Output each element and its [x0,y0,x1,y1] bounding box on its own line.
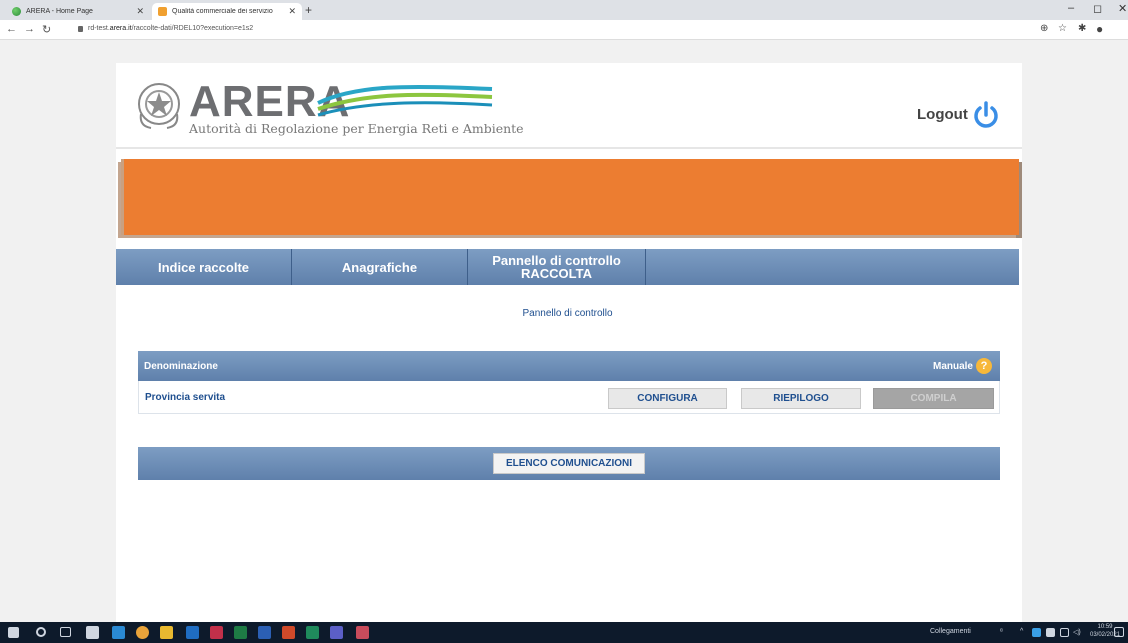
display-icon[interactable] [1060,628,1069,637]
extensions-icon[interactable]: ✱ [1078,23,1086,34]
riepilogo-button[interactable]: RIEPILOGO [741,388,861,409]
minimize-icon[interactable]: – [1068,2,1074,14]
excel-icon[interactable] [234,626,247,639]
close-window-icon[interactable]: ✕ [1118,2,1127,15]
manual-label: Manuale [932,360,973,372]
tab-label: Qualità commerciale dei servizio [172,8,273,15]
tab-label: ARERA - Home Page [26,8,93,15]
address-bar: ← → ↻ rd-test. arera.it/raccolte-dati/RDE… [0,20,1128,40]
table-row: Provincia servita CONFIGURA RIEPILOGO CO… [138,381,1000,414]
page-container: ARERA Autorità di Regolazione per Energi… [116,63,1022,622]
file-explorer-icon[interactable] [160,626,173,639]
site-header: ARERA Autorità di Regolazione per Energi… [116,63,1022,149]
back-icon[interactable]: ← [6,23,17,35]
logo-waves-icon [317,84,493,117]
start-icon[interactable] [8,627,19,638]
compila-button[interactable]: COMPILA [873,388,994,409]
control-panel-table: Denominazione Manuale ? Provincia servit… [138,351,1000,414]
browser-tab-active[interactable]: Qualità commerciale dei servizio ✕ [152,3,302,20]
url-prefix: rd-test. [88,25,110,32]
browser-tab-strip: ARERA - Home Page ✕ Qualità commerciale … [0,0,1128,20]
teams-icon[interactable] [330,626,343,639]
main-menu: Indice raccolte Anagrafiche Pannello di … [116,249,1019,285]
word-icon[interactable] [258,626,271,639]
new-tab-button[interactable]: + [305,3,312,17]
row-name: Provincia servita [145,391,226,403]
access-icon[interactable] [210,626,223,639]
tray-chevron-icon[interactable]: ^ [1020,628,1023,635]
logo-subtitle: Autorità di Regolazione per Energia Reti… [189,121,524,136]
browser-tab-home[interactable]: ARERA - Home Page ✕ [6,3,150,20]
menu-item-anagrafiche[interactable]: Anagrafiche [292,249,468,285]
zoom-icon[interactable]: ⊕ [1040,23,1048,34]
profile-icon[interactable]: ● [1096,22,1103,36]
menu-item-label-line2: RACCOLTA [520,266,592,281]
volume-icon[interactable]: ◁) [1073,628,1081,636]
outlook-icon[interactable] [186,626,199,639]
power-icon[interactable] [971,100,1001,130]
logout-link[interactable]: Logout [917,106,968,123]
bottom-action-bar: ELENCO COMUNICAZIONI [138,447,1000,480]
browser-viewport: ARERA Autorità di Regolazione per Energi… [0,41,1128,622]
reload-icon[interactable]: ↻ [42,23,51,36]
url-path: /raccolte-dati/RDEL10?execution=e1s2 [131,25,254,32]
menu-item-pannello-controllo[interactable]: Pannello di controllo RACCOLTA [468,249,646,285]
people-icon[interactable]: ᵅ [1000,628,1003,635]
tab-close-icon[interactable]: ✕ [136,6,144,17]
elenco-comunicazioni-button[interactable]: ELENCO COMUNICAZIONI [493,453,645,474]
chrome-icon[interactable] [136,626,149,639]
menu-item-indice-raccolte[interactable]: Indice raccolte [116,249,292,285]
republic-emblem-icon [138,83,180,129]
url-host: arera.it [109,25,132,32]
help-icon[interactable]: ? [976,358,992,374]
table-header: Denominazione Manuale ? [138,351,1000,381]
column-header-denominazione: Denominazione [144,360,218,372]
notifications-icon[interactable] [1114,627,1124,637]
maximize-icon[interactable]: ◻ [1093,2,1102,15]
page-title: Pannello di controllo [522,308,613,319]
battery-icon[interactable] [1046,628,1055,637]
network-label[interactable]: Collegamenti [930,628,971,635]
windows-taskbar: Collegamenti ᵅ ^ ◁) 10:59 03/02/2021 [0,622,1128,643]
tab-close-icon[interactable]: ✕ [288,6,296,17]
powerpoint-icon[interactable] [282,626,295,639]
onedrive-icon[interactable] [1032,628,1041,637]
orange-banner [121,159,1019,235]
search-icon[interactable] [36,627,46,637]
url-field[interactable]: rd-test. arera.it/raccolte-dati/RDEL10?ex… [78,25,253,32]
edge-icon[interactable] [112,626,125,639]
page-favicon-icon [158,7,167,16]
bookmark-star-icon[interactable]: ☆ [1058,23,1067,34]
task-view-icon[interactable] [60,627,71,637]
app-icon[interactable] [356,626,369,639]
manual-link[interactable]: Manuale ? [933,358,992,374]
mail-icon[interactable] [86,626,99,639]
publisher-icon[interactable] [306,626,319,639]
configura-button[interactable]: CONFIGURA [608,388,727,409]
lock-icon [78,25,83,32]
forward-icon[interactable]: → [24,23,35,35]
arera-favicon-icon [12,7,21,16]
